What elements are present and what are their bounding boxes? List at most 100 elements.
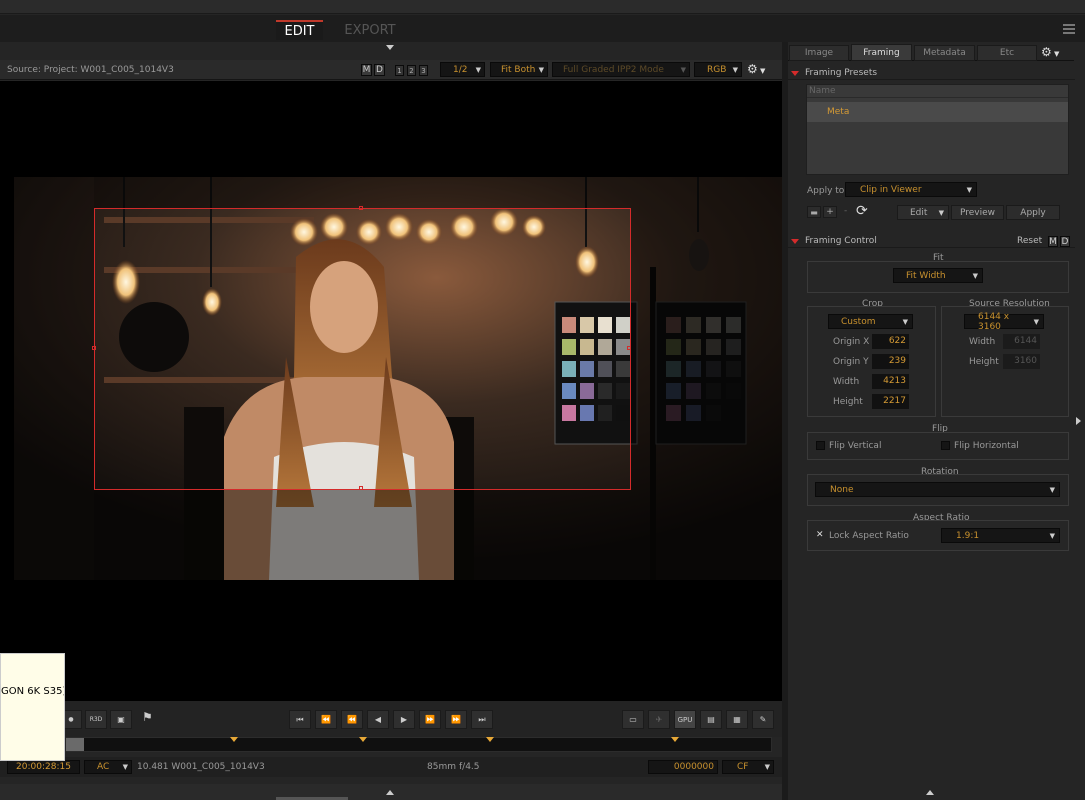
expand-bottom-icon[interactable] (386, 790, 394, 795)
fast-forward-icon[interactable]: ⏩ (419, 710, 441, 729)
rotation-select[interactable]: None ▼ (815, 482, 1060, 497)
timeline-playhead[interactable] (66, 738, 84, 751)
crop-mode-select[interactable]: Custom ▼ (828, 314, 913, 329)
flip-horizontal-checkbox[interactable] (941, 441, 950, 450)
source-resolution-select[interactable]: 6144 x 3160 ▼ (964, 311, 1044, 332)
camera-info-label: GON 6K S35) (1, 686, 65, 697)
graded-mode-select[interactable]: Full Graded IPP2 Mode ▼ (552, 62, 690, 77)
fit-mode-select[interactable]: Fit Width ▼ (893, 268, 983, 283)
safe-area-icon[interactable]: ▤ (700, 710, 722, 729)
apply-to-select[interactable]: Clip in Viewer ▼ (845, 182, 977, 197)
view-1-button[interactable]: 1 (395, 65, 404, 76)
chevron-down-icon: ▼ (966, 185, 972, 194)
play-icon[interactable]: ▶ (393, 710, 415, 729)
save-preset-icon[interactable]: ▬ (807, 206, 821, 218)
tab-framing-label: Framing (863, 47, 900, 58)
source-label: Source: Project: W001_C005_1014V3 (7, 65, 174, 75)
crop-handle-left[interactable] (92, 346, 96, 350)
flip-vertical-label: Flip Vertical (829, 441, 882, 451)
tab-metadata[interactable]: Metadata (914, 45, 975, 61)
chevron-down-icon: ▼ (680, 65, 686, 74)
flag-icon[interactable]: ⚑ (142, 710, 153, 724)
r3d-icon[interactable]: R3D (85, 710, 107, 729)
film-strip-icon[interactable]: ▦ (726, 710, 748, 729)
go-to-end-icon[interactable]: ⏭ (471, 710, 493, 729)
flip-vertical-checkbox[interactable] (816, 441, 825, 450)
aspect-ratio-select[interactable]: 1.9:1 ▼ (941, 528, 1060, 543)
hamburger-menu-icon[interactable] (1063, 24, 1075, 34)
panel-expand-arrow-icon[interactable] (1076, 417, 1081, 425)
reset-button[interactable]: Reset (1017, 236, 1042, 246)
resolution-select[interactable]: 1/2 ▼ (440, 62, 485, 77)
refresh-icon[interactable]: ⟳ (856, 203, 868, 219)
source-height-label: Height (969, 357, 999, 367)
frame-counter[interactable]: 0000000 (648, 760, 718, 774)
add-preset-button[interactable]: + (823, 206, 837, 218)
timeline-track[interactable] (66, 737, 772, 752)
crop-handle-right[interactable] (627, 346, 631, 350)
source-resolution-value: 6144 x 3160 (978, 311, 1010, 332)
channel-value: RGB (707, 64, 727, 75)
tab-framing[interactable]: Framing (851, 44, 912, 61)
presets-list-item[interactable]: Meta (807, 102, 1068, 122)
preset-item-label: Meta (827, 107, 850, 117)
lock-aspect-checkbox[interactable]: ✕ (816, 531, 825, 540)
viewer-settings-gear-icon[interactable]: ⚙ ▼ (747, 62, 773, 77)
lock-aspect-check-mark: ✕ (816, 530, 824, 540)
fit-select[interactable]: Fit Both ▼ (490, 62, 548, 77)
timeline-marker[interactable] (359, 737, 367, 742)
timeline-marker[interactable] (671, 737, 679, 742)
tab-image[interactable]: Image (789, 45, 849, 61)
channel-select[interactable]: RGB ▼ (694, 62, 742, 77)
go-to-start-icon[interactable]: ⏮ (289, 710, 311, 729)
d-button[interactable]: D (374, 64, 385, 76)
timeline-marker[interactable] (230, 737, 238, 742)
ac-select[interactable]: AC ▼ (84, 760, 132, 774)
crop-handle-top[interactable] (359, 206, 363, 210)
step-back-icon[interactable]: ◀ (367, 710, 389, 729)
origin-x-field[interactable]: 622 (872, 334, 909, 349)
edit-preset-button[interactable]: Edit ▼ (897, 205, 949, 220)
framing-presets-header[interactable]: Framing Presets (788, 67, 1075, 80)
gpu-label: GPU (677, 715, 693, 724)
rocket-icon[interactable]: ✈ (648, 710, 670, 729)
edit-tools-icon[interactable]: ✎ (752, 710, 774, 729)
crop-width-field[interactable]: 4213 (872, 374, 909, 389)
timeline-marker[interactable] (486, 737, 494, 742)
remove-preset-button[interactable]: - (844, 206, 852, 218)
tab-metadata-label: Metadata (923, 48, 966, 58)
panel-settings-gear-icon[interactable]: ⚙ ▼ (1041, 45, 1071, 60)
presets-list[interactable]: Name Meta (806, 84, 1069, 175)
chevron-down-icon: ▼ (122, 763, 128, 771)
fit-value: Fit Both (501, 64, 536, 75)
tab-image-label: Image (804, 48, 834, 58)
next-marker-icon[interactable]: ⏩ (445, 710, 467, 729)
crop-height-field[interactable]: 2217 (872, 394, 909, 409)
previous-marker-icon[interactable]: ⏪ (315, 710, 337, 729)
timecode-field[interactable]: 20:00:28:15 (7, 760, 80, 774)
tab-etc-label: Etc (999, 48, 1015, 58)
panel-bottom-arrow-icon[interactable] (926, 790, 934, 795)
crop-handle-bottom[interactable] (359, 486, 363, 490)
display-icon[interactable]: ▭ (622, 710, 644, 729)
cf-select[interactable]: CF ▼ (722, 760, 774, 774)
control-d-button[interactable]: D (1060, 236, 1070, 247)
control-m-button[interactable]: M (1048, 236, 1058, 247)
tab-etc[interactable]: Etc (977, 45, 1037, 61)
preview-button[interactable]: Preview (951, 205, 1004, 220)
apply-button[interactable]: Apply (1006, 205, 1060, 220)
view-2-button[interactable]: 2 (407, 65, 416, 76)
chevron-down-icon: ▼ (732, 65, 738, 74)
rewind-icon[interactable]: ⏪ (341, 710, 363, 729)
gpu-button[interactable]: GPU (674, 710, 696, 729)
origin-y-field[interactable]: 239 (872, 354, 909, 369)
apply-label: Apply (1020, 207, 1046, 218)
tab-export[interactable]: EXPORT (338, 20, 402, 40)
collapse-top-icon[interactable] (386, 45, 394, 50)
view-3-button[interactable]: 3 (419, 65, 428, 76)
monitor-preview-icon[interactable]: ▣ (110, 710, 132, 729)
m-button[interactable]: M (361, 64, 372, 76)
crop-rectangle[interactable] (94, 208, 631, 490)
tab-edit[interactable]: EDIT (276, 20, 323, 40)
rotation-value: None (830, 484, 854, 495)
